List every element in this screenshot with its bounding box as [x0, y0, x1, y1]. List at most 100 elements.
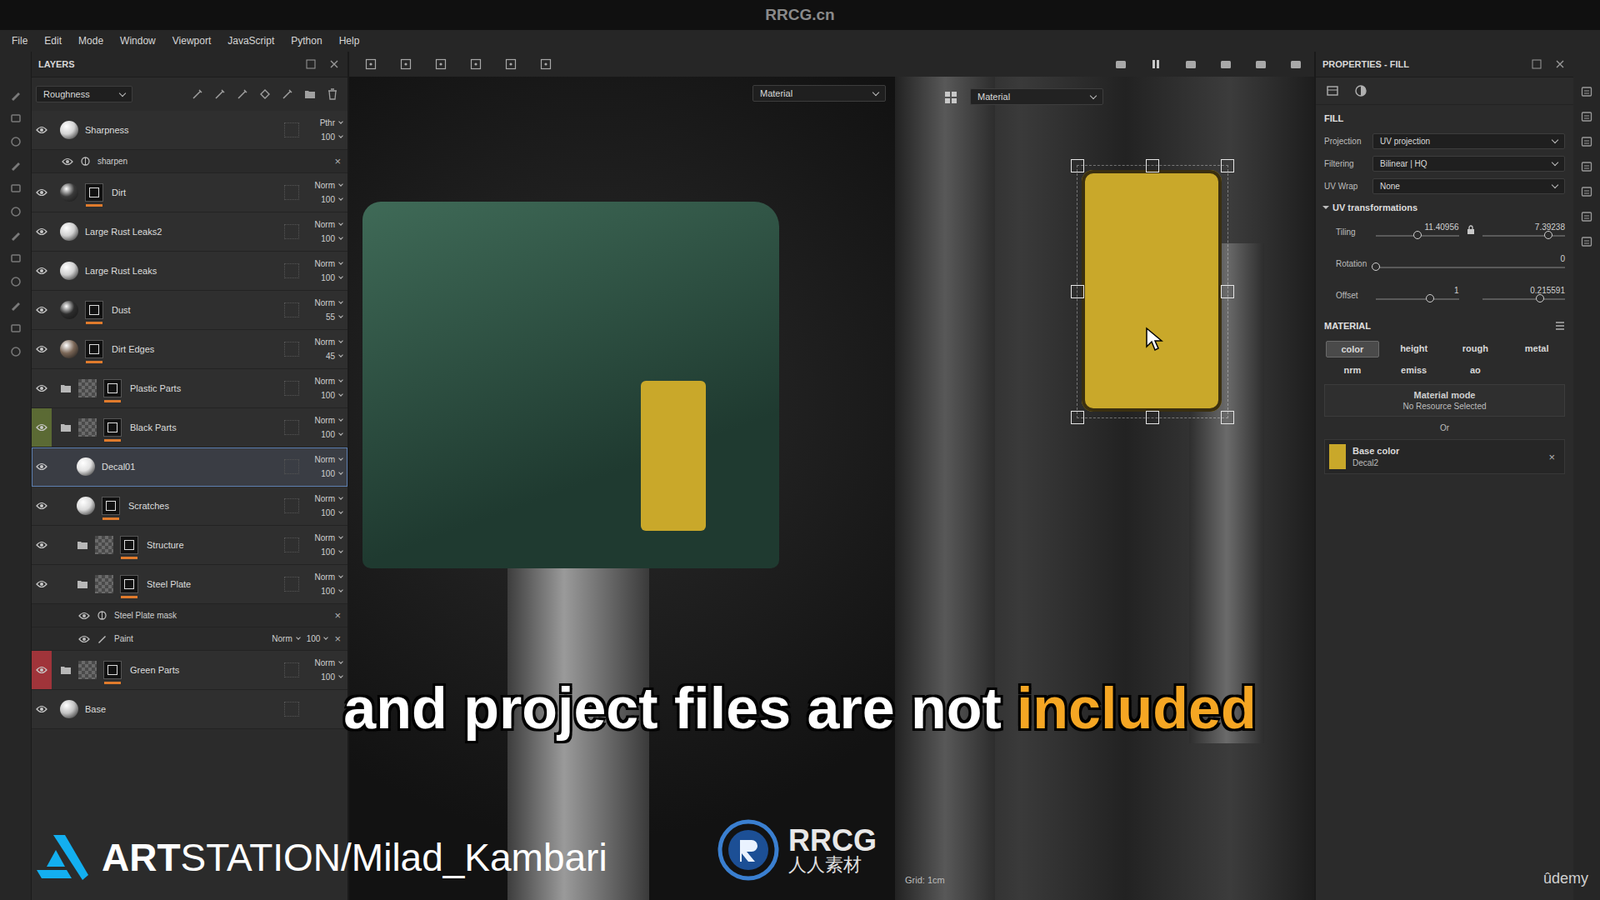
fill-tab-icon[interactable] — [1325, 84, 1340, 98]
menu-item[interactable]: Mode — [78, 35, 104, 47]
display-icon[interactable] — [1580, 160, 1594, 174]
remove-button[interactable]: × — [334, 632, 341, 645]
slider-value[interactable]: 7.39238 — [1535, 222, 1565, 232]
slider[interactable]: 11.40956 — [1375, 222, 1460, 242]
visibility-toggle[interactable] — [31, 408, 52, 447]
hide-icon[interactable] — [1114, 57, 1128, 71]
layer-row[interactable]: Dust Norm 55 — [31, 290, 348, 330]
eye-icon[interactable] — [35, 305, 48, 315]
layer-row[interactable]: Dirt Norm 100 — [31, 173, 348, 213]
pause-icon[interactable] — [1149, 57, 1163, 71]
blend-mode[interactable]: Norm — [315, 376, 343, 386]
layers-icon[interactable] — [1580, 85, 1594, 99]
clone-icon[interactable] — [9, 205, 23, 219]
slider-value[interactable]: 0.215591 — [1530, 285, 1565, 295]
remove-button[interactable]: × — [1548, 450, 1560, 464]
visibility-toggle[interactable] — [31, 486, 52, 525]
visibility-toggle[interactable] — [31, 290, 52, 330]
transform-gizmo[interactable] — [1076, 165, 1229, 419]
view-options-icon[interactable] — [943, 90, 959, 105]
magic-icon[interactable] — [190, 87, 205, 101]
blend-mode[interactable]: Norm — [315, 658, 343, 668]
camera-icon[interactable] — [1580, 135, 1594, 149]
paint-icon[interactable] — [235, 87, 250, 101]
smart-icon[interactable] — [280, 87, 295, 101]
brush-icon[interactable] — [9, 88, 23, 102]
visibility-toggle[interactable] — [31, 525, 52, 565]
camera-icon[interactable] — [1254, 57, 1268, 71]
layer-effect-row[interactable]: Steel Plate mask × — [31, 604, 348, 628]
blend-mode[interactable]: Norm — [271, 634, 300, 644]
shelf-icon[interactable] — [1580, 110, 1594, 124]
opacity-value[interactable]: 100 — [320, 508, 343, 518]
property-select[interactable]: UV projection — [1372, 133, 1565, 150]
visibility-toggle[interactable] — [31, 330, 52, 369]
opacity-value[interactable]: 100 — [320, 390, 343, 400]
3d-viewport[interactable]: Material — [349, 76, 895, 900]
2d-viewport[interactable]: Material Grid: 1cm — [895, 76, 1315, 900]
history-icon[interactable] — [1580, 210, 1594, 224]
material-tab-icon[interactable] — [1354, 84, 1368, 98]
property-select[interactable]: None — [1372, 178, 1565, 195]
blend-mode[interactable]: Norm — [315, 455, 343, 465]
visibility-toggle[interactable] — [31, 212, 52, 251]
eye-icon[interactable] — [35, 501, 48, 510]
folder-icon[interactable] — [60, 422, 72, 433]
material-mode-slot[interactable]: Material mode No Resource Selected — [1324, 384, 1565, 417]
blend-mode[interactable]: Pthr — [320, 118, 343, 128]
smudge-icon[interactable] — [9, 181, 23, 195]
layer-row[interactable]: Green Parts Norm 100 — [31, 650, 348, 690]
cube-icon[interactable] — [1219, 57, 1233, 71]
float-icon[interactable] — [1531, 59, 1542, 70]
history-icon[interactable] — [539, 57, 553, 71]
opacity-value[interactable]: 100 — [320, 547, 343, 557]
screenshot-icon[interactable] — [1289, 57, 1303, 71]
layer-row[interactable]: Black Parts Norm 100 — [31, 408, 348, 448]
log-icon[interactable] — [1580, 235, 1594, 249]
mask-thumbnail[interactable] — [101, 496, 120, 520]
layer-row[interactable]: Dirt Edges Norm 45 — [31, 330, 348, 370]
bake-icon[interactable] — [1580, 185, 1594, 199]
blend-mode[interactable]: Norm — [315, 415, 343, 425]
visibility-toggle[interactable] — [31, 110, 52, 150]
remove-button[interactable]: × — [334, 155, 341, 168]
menu-icon[interactable] — [1555, 321, 1565, 330]
channel-toggle[interactable]: color — [1325, 340, 1380, 358]
opacity-value[interactable]: 100 — [320, 132, 343, 142]
projection-icon[interactable] — [9, 135, 23, 149]
shelf-icon[interactable] — [9, 321, 23, 335]
float-icon[interactable] — [305, 59, 316, 70]
eye-icon[interactable] — [35, 227, 48, 236]
export-icon[interactable] — [9, 251, 23, 265]
blend-mode[interactable]: Norm — [315, 533, 343, 543]
blend-mode[interactable]: Norm — [315, 298, 343, 308]
frame-icon[interactable] — [504, 57, 518, 71]
menu-item[interactable]: Python — [290, 35, 322, 47]
layer-effect-row[interactable]: sharpen × — [31, 150, 348, 174]
eraser-icon[interactable] — [9, 111, 23, 125]
opacity-value[interactable]: 100 — [320, 672, 343, 682]
channel-toggle[interactable]: nrm — [1325, 362, 1380, 378]
grid-icon[interactable] — [399, 57, 413, 71]
layer-row[interactable]: Decal01 Norm 100 — [31, 447, 348, 487]
channel-toggle[interactable]: rough — [1449, 340, 1503, 358]
layer-row[interactable]: Structure Norm 100 — [31, 525, 348, 565]
scene-icon[interactable] — [9, 345, 23, 359]
close-icon[interactable] — [1555, 59, 1565, 70]
eye-icon[interactable] — [35, 125, 48, 135]
eye-icon[interactable] — [35, 266, 48, 275]
eye-icon[interactable] — [35, 665, 48, 675]
lock-icon[interactable] — [1466, 225, 1475, 235]
mask-thumbnail[interactable] — [85, 183, 104, 207]
trash-icon[interactable] — [325, 87, 340, 101]
folder-icon[interactable] — [303, 87, 317, 101]
visibility-toggle[interactable] — [31, 690, 52, 729]
layer-effect-row[interactable]: Paint Norm 100 × — [31, 627, 348, 651]
eye-icon[interactable] — [35, 423, 48, 432]
folder-icon[interactable] — [60, 665, 72, 675]
opacity-value[interactable]: 100 — [320, 469, 343, 479]
viewport-mode-select[interactable]: Material — [752, 85, 886, 102]
slider[interactable]: 0.215591 — [1482, 285, 1566, 305]
property-select[interactable]: Bilinear | HQ — [1372, 155, 1565, 172]
visibility-toggle[interactable] — [31, 447, 52, 486]
